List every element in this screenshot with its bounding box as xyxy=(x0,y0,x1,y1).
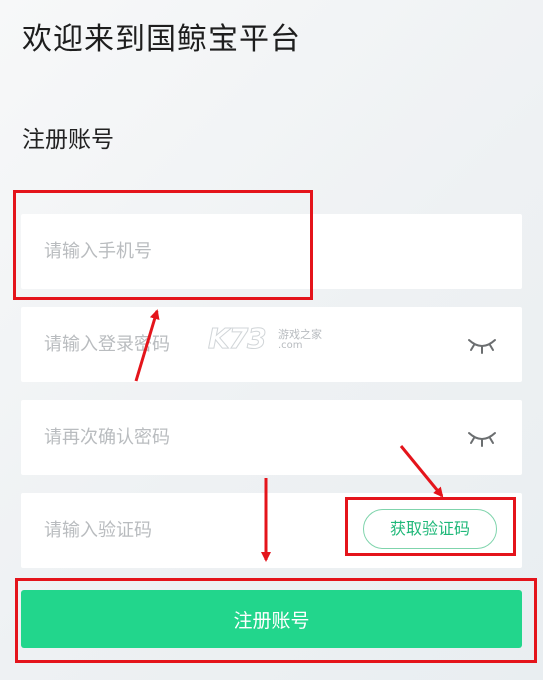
eye-closed-icon[interactable] xyxy=(466,334,498,356)
get-code-button[interactable]: 获取验证码 xyxy=(363,509,497,549)
password-input[interactable] xyxy=(21,307,522,382)
confirm-password-field xyxy=(21,400,522,475)
phone-field xyxy=(21,214,522,289)
eye-closed-icon[interactable] xyxy=(466,427,498,449)
password-field xyxy=(21,307,522,382)
phone-input[interactable] xyxy=(21,214,522,289)
confirm-password-input[interactable] xyxy=(21,400,522,475)
register-button[interactable]: 注册账号 xyxy=(21,590,522,648)
section-title: 注册账号 xyxy=(22,127,114,153)
welcome-title: 欢迎来到国鲸宝平台 xyxy=(22,22,301,57)
